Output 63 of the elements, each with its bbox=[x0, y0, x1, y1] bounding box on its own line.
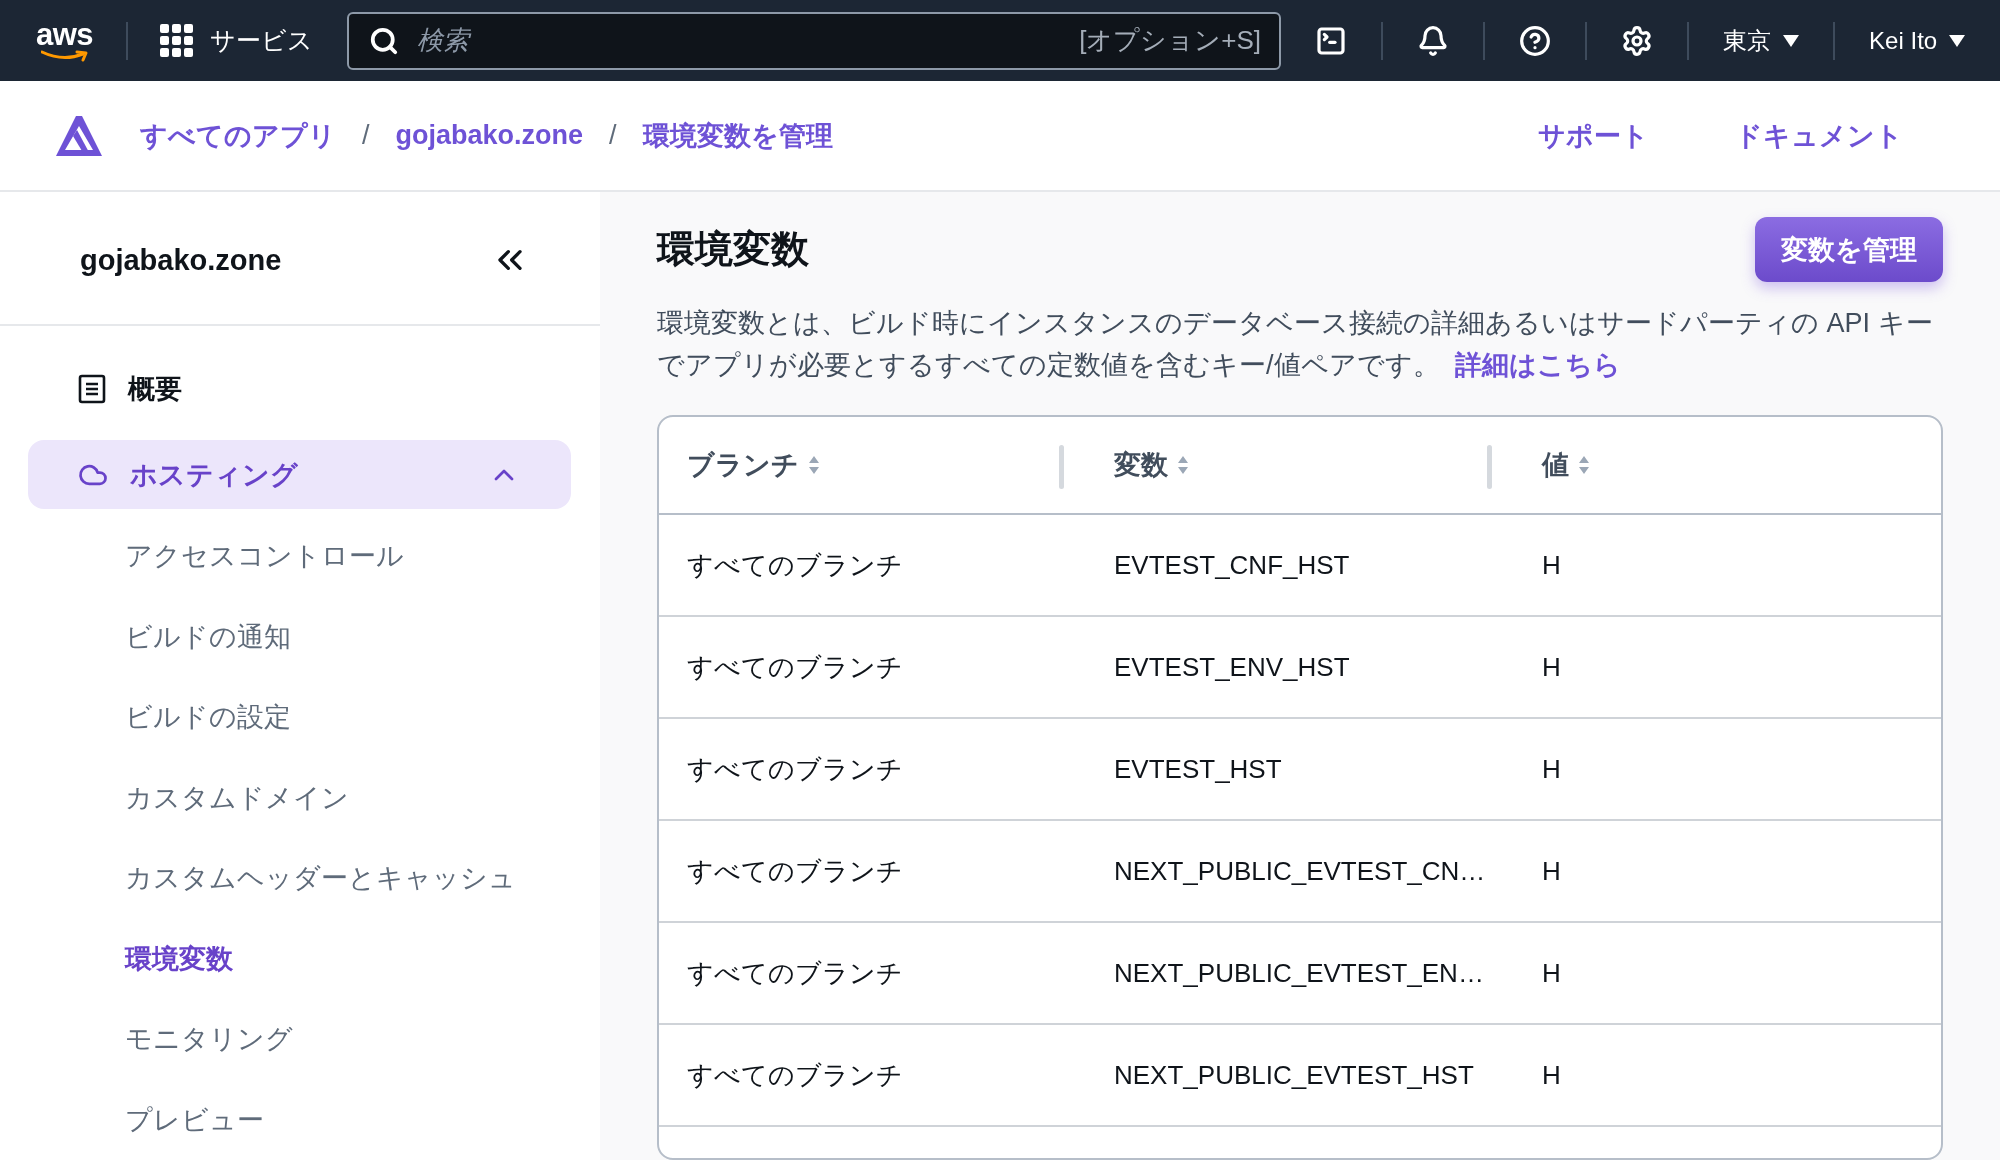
nav-subitem[interactable]: 環境変数 bbox=[28, 918, 571, 999]
table-cell: H bbox=[1542, 855, 1561, 887]
table-cell: NEXT_PUBLIC_EVTEST_CN… bbox=[1114, 855, 1486, 887]
nav-item[interactable]: 概要 bbox=[28, 354, 571, 423]
column-header[interactable]: 値 bbox=[1542, 447, 1590, 483]
sort-icon bbox=[808, 455, 820, 475]
table-cell: H bbox=[1542, 549, 1561, 581]
table-cell-text: すべてのブランチ bbox=[687, 752, 903, 786]
table-cell: NEXT_PUBLIC_EVTEST_EN… bbox=[1114, 957, 1484, 989]
nav-subitem[interactable]: プレビュー bbox=[28, 1079, 571, 1160]
region-menu-button[interactable]: 東京 bbox=[1719, 20, 1804, 61]
caret-down-icon bbox=[1949, 34, 1966, 47]
manage-variables-button[interactable]: 変数を管理 bbox=[1755, 217, 1943, 282]
table-cell: H bbox=[1542, 753, 1561, 785]
table-cell: NEXT_PUBLIC_EVTEST_HST bbox=[1114, 1059, 1474, 1091]
table-cell-text: すべてのブランチ bbox=[687, 1058, 903, 1092]
document-icon bbox=[78, 373, 106, 404]
table-cell: H bbox=[1542, 957, 1561, 989]
caret-down-icon bbox=[1783, 34, 1800, 47]
sort-icon bbox=[1177, 455, 1189, 475]
search-field[interactable]: 検索 [オプション+S] bbox=[347, 11, 1282, 70]
shortcut-hint: [オプション+S] bbox=[1079, 24, 1262, 57]
settings-icon bbox=[1621, 24, 1654, 57]
nav-subitem[interactable]: ビルドの通知 bbox=[28, 596, 571, 677]
learn-more-link[interactable]: 詳細はこちら bbox=[1455, 350, 1622, 380]
breadcrumb-link[interactable]: 環境変数を管理 bbox=[642, 117, 833, 154]
sort-icon bbox=[1578, 455, 1590, 475]
search-icon bbox=[369, 25, 400, 56]
smile-arrow-icon bbox=[40, 50, 89, 62]
nav-item[interactable]: ホスティング bbox=[28, 440, 571, 509]
sidebar-title: gojabako.zone bbox=[80, 243, 282, 277]
help-icon bbox=[1519, 24, 1552, 57]
table-cell: EVTEST_HST bbox=[1114, 753, 1282, 785]
table-cell: EVTEST_ENV_HST bbox=[1114, 651, 1350, 683]
description-text: 環境変数とは、ビルド時にインスタンスのデータベース接続の詳細あるいはサードパーティの API キーでアプリが必要とするすべての定数値を含むキー/値ペアです。 詳細はこちら bbox=[657, 307, 1934, 382]
breadcrumb-link[interactable]: gojabako.zone bbox=[395, 120, 584, 151]
logo-icon[interactable] bbox=[56, 115, 102, 156]
grid-icon bbox=[160, 24, 194, 57]
table-cell: EVTEST_CNF_HST bbox=[1114, 549, 1350, 581]
table-cell-text: すべてのブランチ bbox=[687, 956, 903, 990]
terminal-icon bbox=[1315, 24, 1348, 57]
header-link[interactable]: サポート bbox=[1538, 117, 1649, 154]
table-cell-text: すべてのブランチ bbox=[687, 650, 903, 684]
nav-subitem[interactable]: カスタムヘッダーとキャッシュ bbox=[28, 838, 571, 919]
column-header[interactable]: ブランチ bbox=[687, 447, 820, 483]
nav-subitem[interactable]: モニタリング bbox=[28, 999, 571, 1080]
column-header[interactable]: 変数 bbox=[1114, 447, 1189, 483]
user-menu-button[interactable]: Kei Ito bbox=[1865, 22, 1970, 59]
nav-subitem[interactable]: カスタムドメイン bbox=[28, 757, 571, 838]
table-cell-text: すべてのブランチ bbox=[687, 854, 903, 888]
page-title: 環境変数 bbox=[657, 227, 809, 272]
logo-text[interactable]: aws bbox=[36, 19, 94, 50]
nav-subitem[interactable]: アクセスコントロール bbox=[28, 516, 571, 597]
table-cell-text: すべてのブランチ bbox=[687, 548, 903, 582]
table-cell: H bbox=[1542, 1059, 1561, 1091]
services-menu-button[interactable]: サービス bbox=[160, 24, 314, 57]
breadcrumb-separator: / bbox=[362, 120, 370, 151]
breadcrumb-separator: / bbox=[609, 120, 617, 151]
nav-subitem[interactable]: ビルドの設定 bbox=[28, 677, 571, 758]
header-link[interactable]: ドキュメント bbox=[1735, 117, 1903, 154]
table-cell: H bbox=[1542, 651, 1561, 683]
breadcrumb-link[interactable]: すべてのアプリ bbox=[140, 117, 336, 154]
search-input[interactable]: 検索 bbox=[417, 25, 1062, 56]
